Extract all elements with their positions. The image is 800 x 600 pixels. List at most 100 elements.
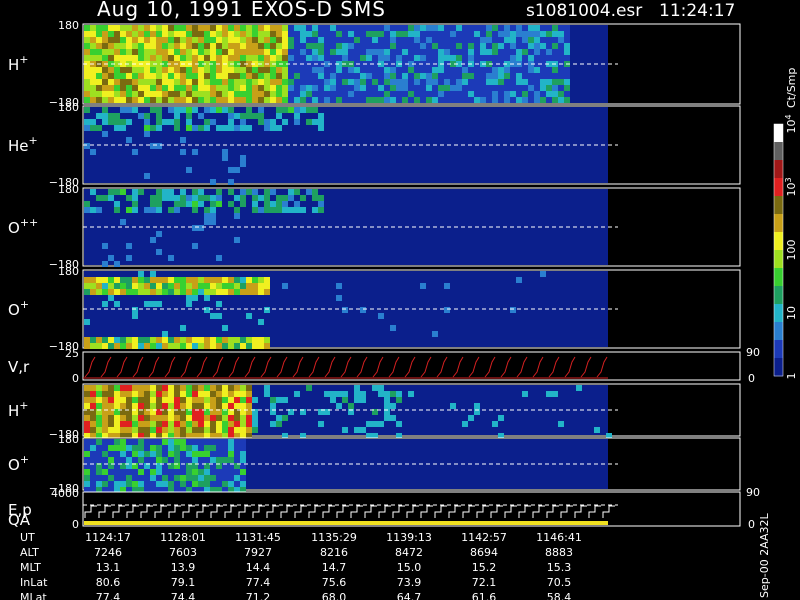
heatmap-cell bbox=[408, 31, 414, 37]
heatmap-cell bbox=[534, 31, 540, 37]
heatmap-cell bbox=[138, 481, 144, 487]
heatmap-cell bbox=[510, 91, 516, 97]
heatmap-cell bbox=[186, 73, 192, 79]
heatmap-cell bbox=[162, 385, 168, 391]
heatmap-cell bbox=[252, 343, 258, 349]
heatmap-cell bbox=[336, 391, 342, 397]
heatmap-cell bbox=[144, 119, 150, 125]
heatmap-cell bbox=[360, 91, 366, 97]
heatmap-cell bbox=[174, 469, 180, 475]
heatmap-cell bbox=[162, 331, 168, 337]
heatmap-cell bbox=[180, 385, 186, 391]
heatmap-cell bbox=[288, 91, 294, 97]
heatmap-cell bbox=[96, 125, 102, 131]
heatmap-cell bbox=[108, 91, 114, 97]
heatmap-cell bbox=[102, 421, 108, 427]
heatmap-cell bbox=[258, 289, 264, 295]
heatmap-cell bbox=[258, 91, 264, 97]
heatmap-cell bbox=[522, 79, 528, 85]
heatmap-cell bbox=[318, 67, 324, 73]
heatmap-cell bbox=[402, 25, 408, 31]
heatmap-cell bbox=[102, 427, 108, 433]
heatmap-cell bbox=[138, 43, 144, 49]
heatmap-cell bbox=[354, 91, 360, 97]
heatmap-cell bbox=[108, 283, 114, 289]
table-row-name: UT bbox=[20, 531, 35, 544]
heatmap-cell bbox=[420, 79, 426, 85]
heatmap-cell bbox=[198, 403, 204, 409]
heatmap-cell bbox=[438, 97, 444, 103]
heatmap-cell bbox=[222, 421, 228, 427]
heatmap-cell bbox=[300, 195, 306, 201]
heatmap-cell bbox=[162, 195, 168, 201]
heatmap-cell bbox=[276, 97, 282, 103]
heatmap-cell bbox=[90, 415, 96, 421]
heatmap-cell bbox=[558, 37, 564, 43]
heatmap-cell bbox=[504, 43, 510, 49]
heatmap-cell bbox=[528, 85, 534, 91]
heatmap-cell bbox=[186, 49, 192, 55]
heatmap-cell bbox=[270, 421, 276, 427]
heatmap-cell bbox=[156, 469, 162, 475]
heatmap-cell bbox=[546, 73, 552, 79]
table-cell: 58.4 bbox=[547, 591, 572, 600]
heatmap-cell bbox=[252, 195, 258, 201]
heatmap-cell bbox=[108, 415, 114, 421]
heatmap-cell bbox=[372, 67, 378, 73]
heatmap-cell bbox=[396, 43, 402, 49]
heatmap-cell bbox=[360, 55, 366, 61]
heatmap-cell bbox=[168, 207, 174, 213]
heatmap-cell bbox=[180, 337, 186, 343]
heatmap-cell bbox=[216, 283, 222, 289]
heatmap-cell bbox=[204, 67, 210, 73]
heatmap-cell bbox=[294, 91, 300, 97]
heatmap-cell bbox=[228, 475, 234, 481]
heatmap-cell bbox=[480, 85, 486, 91]
heatmap-cell bbox=[378, 67, 384, 73]
heatmap-cell bbox=[150, 73, 156, 79]
heatmap-cell bbox=[444, 79, 450, 85]
heatmap-cell bbox=[216, 201, 222, 207]
heatmap-cell bbox=[156, 391, 162, 397]
heatmap-cell bbox=[162, 445, 168, 451]
heatmap-cell bbox=[192, 277, 198, 283]
heatmap-cell bbox=[360, 67, 366, 73]
heatmap-cell bbox=[210, 107, 216, 113]
heatmap-cell bbox=[534, 79, 540, 85]
heatmap-cell bbox=[438, 91, 444, 97]
heatmap-cell bbox=[360, 391, 366, 397]
heatmap-cell bbox=[462, 67, 468, 73]
ytick-bottom: 0 bbox=[72, 518, 79, 531]
heatmap-cell bbox=[282, 397, 288, 403]
heatmap-cell bbox=[354, 397, 360, 403]
heatmap-cell bbox=[132, 201, 138, 207]
heatmap-cell bbox=[324, 79, 330, 85]
heatmap-cell bbox=[114, 343, 120, 349]
heatmap-cell bbox=[186, 195, 192, 201]
heatmap-cell bbox=[120, 343, 126, 349]
heatmap-cell bbox=[138, 277, 144, 283]
heatmap-cell bbox=[144, 457, 150, 463]
heatmap-cell bbox=[246, 415, 252, 421]
heatmap-cell bbox=[150, 201, 156, 207]
exos-d-sms-plot: Aug 10, 1991 EXOS-D SMS s1081004.esr 11:… bbox=[0, 0, 800, 600]
heatmap-cell bbox=[240, 79, 246, 85]
heatmap-cell bbox=[84, 475, 90, 481]
heatmap-cell bbox=[282, 119, 288, 125]
heatmap-cell bbox=[168, 427, 174, 433]
heatmap-cell bbox=[156, 439, 162, 445]
heatmap-cell bbox=[210, 421, 216, 427]
heatmap-cell bbox=[342, 85, 348, 91]
heatmap-cell bbox=[144, 79, 150, 85]
heatmap-cell bbox=[294, 55, 300, 61]
heatmap-cell bbox=[186, 457, 192, 463]
heatmap-cell bbox=[264, 391, 270, 397]
heatmap-cell bbox=[240, 421, 246, 427]
heatmap-cell bbox=[216, 403, 222, 409]
heatmap-cell bbox=[516, 277, 522, 283]
heatmap-cell bbox=[252, 201, 258, 207]
heatmap-cell bbox=[222, 469, 228, 475]
heatmap-cell bbox=[132, 277, 138, 283]
heatmap-cell bbox=[120, 283, 126, 289]
heatmap-cell bbox=[204, 219, 210, 225]
